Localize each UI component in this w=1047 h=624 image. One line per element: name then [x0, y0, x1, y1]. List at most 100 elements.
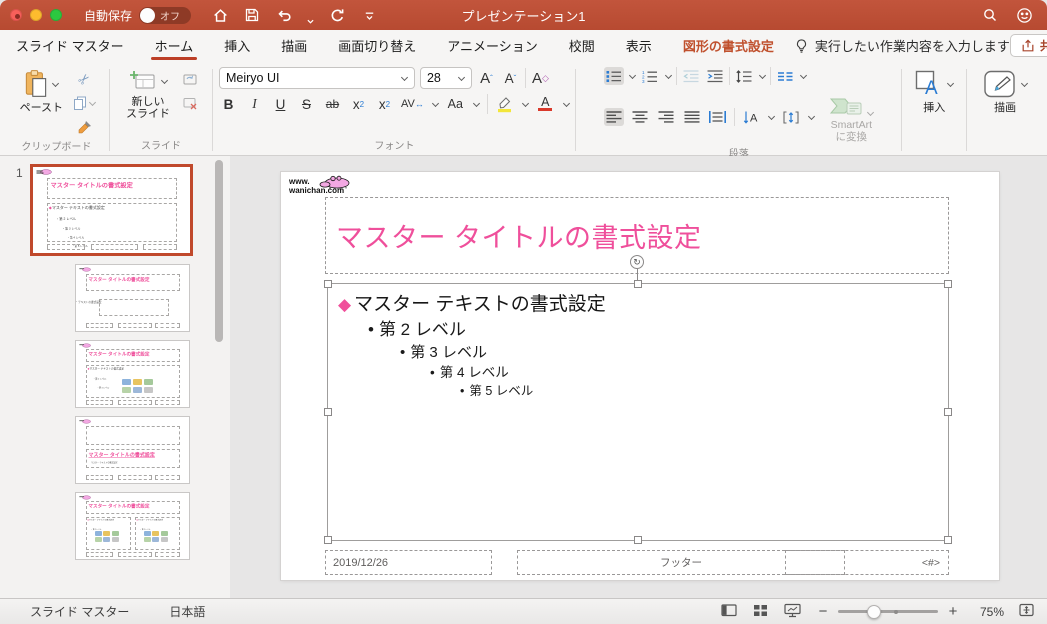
grow-font-button[interactable]: Aˆ: [477, 68, 496, 88]
undo-menu-chevron[interactable]: [307, 12, 314, 19]
zoom-out-button[interactable]: −: [816, 603, 830, 620]
format-painter-button[interactable]: [72, 118, 96, 136]
convert-smartart-button[interactable]: SmartArt に変換: [829, 91, 874, 143]
strikethrough-button[interactable]: ab: [323, 94, 342, 114]
insert-chevron[interactable]: [947, 79, 954, 86]
copy-button[interactable]: [72, 94, 96, 112]
justify-button[interactable]: [682, 108, 702, 126]
bullets-button[interactable]: [604, 67, 624, 85]
zoom-level[interactable]: 75%: [974, 605, 1004, 619]
character-spacing-chevron[interactable]: [432, 99, 439, 106]
decrease-indent-button[interactable]: [681, 67, 701, 85]
autosave-toggle[interactable]: オフ: [139, 7, 191, 24]
reuse-slides-button[interactable]: [179, 70, 199, 88]
bullets-chevron[interactable]: [629, 71, 636, 78]
handle-bottom-left[interactable]: [324, 536, 332, 544]
font-color-button[interactable]: A: [536, 94, 555, 114]
paste-button[interactable]: ペースト: [17, 67, 66, 116]
panel-scrollbar-thumb[interactable]: [215, 160, 223, 342]
thumbnail-layout-section-header[interactable]: マスター タイトルの書式設定 マスター テキストの書式設定: [75, 416, 190, 484]
zoom-slider[interactable]: [838, 610, 938, 614]
tab-review[interactable]: 校閲: [567, 30, 597, 62]
align-text-vertical-chevron[interactable]: [808, 112, 815, 119]
search-icon[interactable]: [981, 6, 999, 24]
handle-bottom-center[interactable]: [634, 536, 642, 544]
close-button[interactable]: [10, 9, 22, 21]
underline-button[interactable]: U: [271, 94, 290, 114]
change-case-button[interactable]: Aa: [446, 94, 465, 114]
status-language[interactable]: 日本語: [169, 603, 205, 620]
new-slide-button[interactable]: 新しいスライド: [123, 67, 173, 122]
share-button[interactable]: 共有: [1010, 34, 1047, 57]
paste-menu-chevron[interactable]: [52, 79, 59, 86]
align-left-button[interactable]: [604, 108, 624, 126]
tab-home[interactable]: ホーム: [153, 30, 196, 62]
font-name-combo[interactable]: Meiryo UI: [219, 67, 415, 89]
normal-view-button[interactable]: [720, 602, 738, 621]
slide-number-placeholder[interactable]: <#>: [785, 550, 949, 575]
slideshow-view-button[interactable]: [783, 602, 802, 621]
tab-insert[interactable]: 挿入: [222, 30, 252, 62]
home-icon[interactable]: [211, 6, 229, 24]
draw-button[interactable]: 描画: [979, 67, 1031, 116]
shrink-font-button[interactable]: Aˇ: [501, 68, 520, 88]
minimize-button[interactable]: [30, 9, 42, 21]
fit-slide-to-window-button[interactable]: [1018, 602, 1035, 621]
redo-icon[interactable]: [328, 6, 346, 24]
character-spacing-button[interactable]: AV↔: [401, 94, 424, 114]
align-text-vertical-button[interactable]: [781, 108, 801, 126]
rotate-handle[interactable]: ↻: [630, 255, 644, 269]
body-placeholder[interactable]: ◆マスター テキストの書式設定 •第 2 レベル •第 3 レベル •第 4 レ…: [327, 283, 949, 541]
handle-top-center[interactable]: [634, 280, 642, 288]
delete-slide-button[interactable]: [179, 94, 199, 112]
superscript-button[interactable]: x2: [349, 94, 368, 114]
tab-shape-format[interactable]: 図形の書式設定: [681, 30, 776, 62]
zoom-slider-thumb[interactable]: [867, 605, 881, 619]
font-color-chevron[interactable]: [563, 99, 570, 106]
bold-button[interactable]: B: [219, 94, 238, 114]
text-direction-chevron[interactable]: [768, 112, 775, 119]
copy-menu-chevron[interactable]: [89, 98, 96, 105]
tab-view[interactable]: 表示: [624, 30, 654, 62]
thumbnail-layout-title[interactable]: マスター タイトルの書式設定 マスター テキストの書式設定: [75, 264, 190, 332]
change-case-chevron[interactable]: [473, 99, 480, 106]
line-spacing-button[interactable]: [734, 67, 754, 85]
align-right-button[interactable]: [656, 108, 676, 126]
tab-transitions[interactable]: 画面切り替え: [336, 30, 418, 62]
date-placeholder[interactable]: 2019/12/26: [325, 550, 492, 575]
handle-mid-right[interactable]: [944, 408, 952, 416]
line-spacing-chevron[interactable]: [759, 71, 766, 78]
thumbnail-slide-master[interactable]: マスター タイトルの書式設定 ◆マスター テキストの書式設定 ・第 2 レベル …: [30, 164, 193, 256]
thumbnail-layout-content[interactable]: マスター タイトルの書式設定 ◆マスター テキストの書式設定 ・第 2 レベル …: [75, 340, 190, 408]
numbering-chevron[interactable]: [665, 71, 672, 78]
insert-placeholder-button[interactable]: A 挿入: [911, 67, 957, 116]
handle-top-left[interactable]: [324, 280, 332, 288]
align-center-button[interactable]: [630, 108, 650, 126]
increase-indent-button[interactable]: [705, 67, 725, 85]
slide-sorter-view-button[interactable]: [752, 602, 769, 621]
italic-button[interactable]: I: [245, 94, 264, 114]
feedback-smiley-icon[interactable]: [1015, 6, 1033, 24]
highlight-color-button[interactable]: [495, 94, 514, 114]
tell-me-box[interactable]: 実行したい作業内容を入力します: [794, 36, 1010, 55]
zoom-window-button[interactable]: [50, 9, 62, 21]
clear-formatting-button[interactable]: A◇: [531, 68, 550, 88]
undo-button[interactable]: [275, 6, 293, 24]
new-slide-chevron[interactable]: [161, 76, 168, 83]
thumbnail-layout-two-content[interactable]: マスター タイトルの書式設定 ◆マスター テキストの書式設定 ・第 2 レベル …: [75, 492, 190, 560]
handle-bottom-right[interactable]: [944, 536, 952, 544]
zoom-in-button[interactable]: +: [946, 603, 960, 620]
subscript-button[interactable]: x2: [375, 94, 394, 114]
handle-top-right[interactable]: [944, 280, 952, 288]
handle-mid-left[interactable]: [324, 408, 332, 416]
customize-toolbar-icon[interactable]: [360, 6, 378, 24]
cut-button[interactable]: ✂: [69, 64, 99, 94]
distribute-text-button[interactable]: [708, 108, 728, 126]
draw-chevron[interactable]: [1021, 79, 1028, 86]
highlight-color-chevron[interactable]: [522, 99, 529, 106]
text-direction-button[interactable]: A: [741, 108, 761, 126]
numbering-button[interactable]: 123: [640, 67, 660, 85]
save-icon[interactable]: [243, 6, 261, 24]
shadow-button[interactable]: S: [297, 94, 316, 114]
font-size-combo[interactable]: 28: [420, 67, 472, 89]
